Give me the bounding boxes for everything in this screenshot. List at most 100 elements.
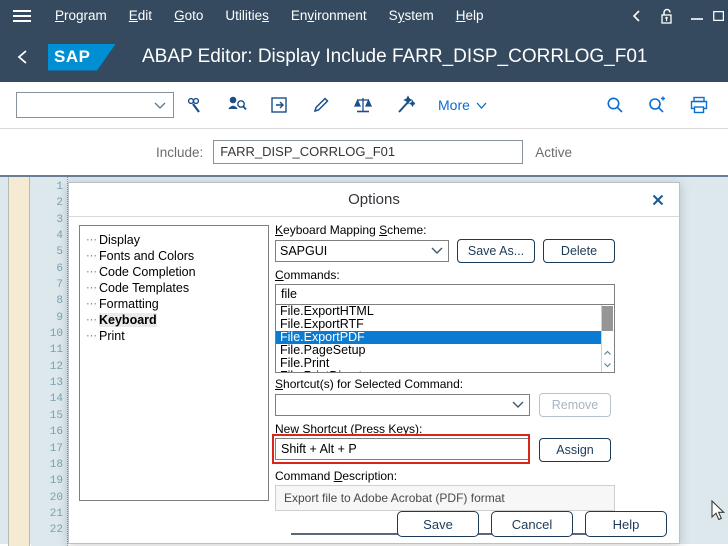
line-number: 12 (49, 360, 63, 373)
menu-item-help[interactable]: Help (445, 0, 495, 32)
tree-connector-icon: ⋯ (86, 267, 97, 279)
where-used-list-icon[interactable] (216, 82, 258, 129)
line-number: 8 (56, 295, 63, 308)
save-as-button[interactable]: Save As... (457, 239, 535, 263)
keyboard-mapping-scheme-select[interactable]: SAPGUI (275, 240, 449, 262)
tree-item-label: Formatting (99, 297, 159, 311)
object-select-combo[interactable] (16, 92, 174, 118)
line-number: 7 (56, 279, 63, 292)
tree-item-print[interactable]: ⋯ Print (86, 328, 268, 344)
help-button[interactable]: Help (585, 511, 667, 537)
tree-item-label: Display (99, 233, 140, 247)
line-number: 17 (49, 442, 63, 455)
new-shortcut-input[interactable]: Shift + Alt + P (275, 438, 530, 460)
navigate-to-icon[interactable] (258, 82, 300, 129)
line-number: 16 (49, 426, 63, 439)
assigned-shortcuts-select[interactable] (275, 394, 530, 416)
commands-filter-input[interactable]: file (275, 284, 615, 305)
save-button[interactable]: Save (397, 511, 479, 537)
window-controls (622, 0, 728, 32)
back-arrow-icon[interactable] (0, 32, 46, 82)
search-plus-icon[interactable] (636, 82, 678, 129)
line-number: 22 (49, 524, 63, 537)
tree-item-code-completion[interactable]: ⋯ Code Completion (86, 264, 268, 280)
commands-list[interactable]: File.ExportHTML File.ExportRTF File.Expo… (275, 305, 615, 373)
line-number: 20 (49, 491, 63, 504)
line-number: 15 (49, 409, 63, 422)
chevron-up-icon[interactable] (603, 349, 612, 357)
menu-item-program[interactable]: PProgramrogram (44, 0, 118, 32)
dialog-body: ⋯ Display ⋯ Fonts and Colors ⋯ Code Comp… (69, 217, 679, 543)
maximize-icon[interactable] (712, 0, 726, 32)
tree-connector-icon: ⋯ (86, 235, 97, 247)
assign-shortcut-button[interactable]: Assign (539, 438, 611, 462)
minimize-icon[interactable] (682, 0, 712, 32)
tree-item-label: Keyboard (99, 313, 157, 327)
chevron-down-icon (154, 102, 166, 109)
application-toolbar: More (0, 82, 728, 129)
chevron-down-icon (430, 244, 444, 258)
keyboard-mapping-scheme-value: SAPGUI (280, 244, 328, 258)
line-number: 1 (56, 181, 63, 193)
scrollbar-thumb[interactable] (602, 306, 613, 331)
unlocked-padlock-icon[interactable] (652, 0, 682, 32)
status-badge: Active (535, 144, 573, 160)
dialog-title-bar: Options (69, 183, 679, 217)
chevron-down-icon[interactable] (603, 361, 612, 369)
keyboard-settings-panel: Keyboard Mapping Scheme: SAPGUI Save As.… (272, 223, 671, 511)
tree-item-code-templates[interactable]: ⋯ Code Templates (86, 280, 268, 296)
object-info-strip: Include: FARR_DISP_CORRLOG_F01 Active (0, 129, 728, 175)
shortcuts-for-command-label: Shortcut(s) for Selected Command: (275, 377, 464, 391)
check-syntax-icon[interactable] (174, 82, 216, 129)
main-menu-bar: PProgramrogram Edit Goto Utilities Envir… (0, 0, 728, 32)
close-x-icon[interactable] (645, 188, 671, 212)
tree-item-label: Fonts and Colors (99, 249, 195, 263)
tree-connector-icon: ⋯ (86, 315, 97, 327)
back-chevron-icon[interactable] (622, 0, 652, 32)
remove-shortcut-button[interactable]: Remove (539, 393, 611, 417)
tree-item-formatting[interactable]: ⋯ Formatting (86, 296, 268, 312)
tree-item-label: Code Completion (99, 265, 196, 279)
line-number: 11 (49, 344, 63, 357)
delete-scheme-button[interactable]: Delete (543, 239, 615, 263)
pretty-printer-wand-icon[interactable] (384, 82, 426, 129)
keyboard-mapping-scheme-label: Keyboard Mapping Scheme: (275, 223, 427, 237)
tree-connector-icon: ⋯ (86, 283, 97, 295)
options-category-tree[interactable]: ⋯ Display ⋯ Fonts and Colors ⋯ Code Comp… (79, 225, 269, 501)
menu-item-goto[interactable]: Goto (163, 0, 214, 32)
new-shortcut-field-wrapper: Shift + Alt + P (272, 434, 530, 464)
list-item[interactable]: File.PrintDirect (276, 370, 614, 373)
toolbar-right-actions (594, 82, 728, 129)
compare-scales-icon[interactable] (342, 82, 384, 129)
menu-item-system[interactable]: System (378, 0, 445, 32)
commands-list-scrollbar[interactable] (601, 305, 614, 372)
menu-item-environment[interactable]: Environment (280, 0, 378, 32)
include-input[interactable]: FARR_DISP_CORRLOG_F01 (213, 140, 524, 164)
tree-item-fonts-and-colors[interactable]: ⋯ Fonts and Colors (86, 248, 268, 264)
line-number: 6 (56, 262, 63, 275)
line-number: 4 (56, 230, 63, 243)
line-number: 5 (56, 246, 63, 259)
edit-pencil-icon[interactable] (300, 82, 342, 129)
tree-item-keyboard[interactable]: ⋯ Keyboard (86, 312, 268, 328)
search-icon[interactable] (594, 82, 636, 129)
hamburger-menu-icon[interactable] (0, 0, 44, 32)
line-number: 21 (49, 507, 63, 520)
line-number: 13 (49, 377, 63, 390)
tree-connector-icon: ⋯ (86, 251, 97, 263)
chevron-down-icon (476, 102, 487, 109)
more-button[interactable]: More (438, 82, 488, 129)
tree-item-display[interactable]: ⋯ Display (86, 232, 268, 248)
tree-item-label: Print (99, 329, 125, 343)
cancel-button[interactable]: Cancel (491, 511, 573, 537)
sap-logo[interactable]: SAP (48, 43, 116, 71)
line-number: 14 (49, 393, 63, 406)
commands-filter-value: file (281, 287, 297, 301)
menu-item-utilities[interactable]: Utilities (214, 0, 280, 32)
tree-item-label: Code Templates (99, 281, 190, 295)
line-number: 19 (49, 475, 63, 488)
editor-bookmark-strip (8, 177, 30, 546)
menu-item-edit[interactable]: Edit (118, 0, 163, 32)
new-shortcut-label: New Shortcut (Press Keys): (275, 422, 423, 436)
print-icon[interactable] (678, 82, 720, 129)
